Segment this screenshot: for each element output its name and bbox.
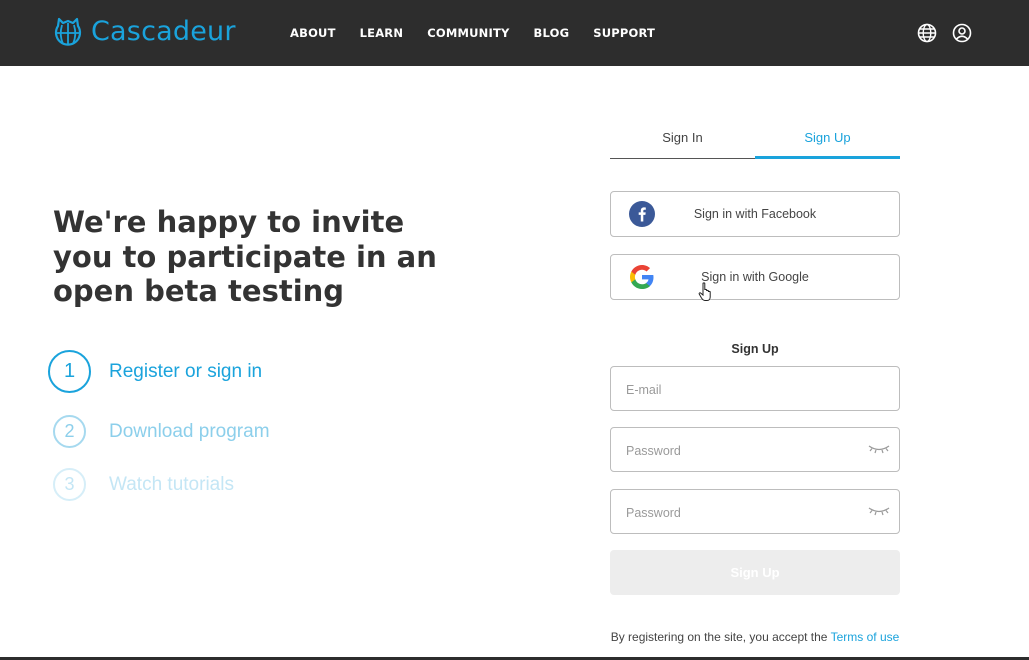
brand-logo[interactable]: Cascadeur (53, 15, 236, 47)
google-signin-label: Sign in with Google (701, 270, 809, 284)
user-account-icon[interactable] (952, 23, 972, 43)
signup-submit-button[interactable]: Sign Up (610, 550, 900, 595)
cascadeur-logo-icon (54, 17, 82, 46)
password-field[interactable] (610, 427, 900, 473)
hand-cursor-icon (698, 282, 711, 301)
terms-of-use-link[interactable]: Terms of use (831, 630, 900, 644)
email-field[interactable] (610, 366, 900, 412)
globe-icon[interactable] (917, 23, 937, 43)
nav-blog[interactable]: BLOG (534, 26, 570, 40)
nav-about[interactable]: ABOUT (290, 26, 336, 40)
tab-sign-up[interactable]: Sign Up (755, 125, 900, 159)
facebook-signin-button[interactable]: Sign in with Facebook (610, 191, 900, 237)
step-label-tutorials: Watch tutorials (109, 473, 234, 495)
password-confirm-field[interactable] (610, 489, 900, 535)
facebook-signin-label: Sign in with Facebook (693, 207, 817, 221)
top-navigation-bar: Cascadeur ABOUT LEARN COMMUNITY BLOG SUP… (0, 0, 1029, 66)
show-password-icon[interactable] (867, 443, 891, 455)
nav-community[interactable]: COMMUNITY (427, 26, 509, 40)
nav-support[interactable]: SUPPORT (593, 26, 655, 40)
page-heading: We're happy to invite you to participate… (53, 205, 437, 308)
signup-form-title: Sign Up (731, 342, 779, 356)
password-input[interactable] (611, 428, 878, 473)
step-label-register: Register or sign in (109, 360, 263, 382)
show-password-confirm-icon[interactable] (867, 505, 891, 517)
step-number-2: 2 (53, 415, 86, 448)
terms-notice: By registering on the site, you accept t… (610, 628, 900, 646)
tab-sign-in[interactable]: Sign In (610, 125, 755, 159)
step-number-1: 1 (48, 350, 91, 393)
password-confirm-input[interactable] (611, 490, 878, 535)
main-nav: ABOUT LEARN COMMUNITY BLOG SUPPORT (290, 26, 679, 40)
step-number-3: 3 (53, 468, 86, 501)
google-signin-button[interactable]: Sign in with Google (610, 254, 900, 300)
brand-name: Cascadeur (91, 15, 236, 47)
terms-prefix: By registering on the site, you accept t… (610, 630, 828, 644)
step-tutorials: 3 Watch tutorials (53, 468, 234, 501)
email-input[interactable] (611, 367, 878, 412)
auth-tabs: Sign In Sign Up (610, 125, 900, 159)
step-register: 1 Register or sign in (48, 350, 262, 393)
step-download: 2 Download program (53, 415, 270, 448)
nav-learn[interactable]: LEARN (360, 26, 404, 40)
step-label-download: Download program (109, 420, 270, 442)
